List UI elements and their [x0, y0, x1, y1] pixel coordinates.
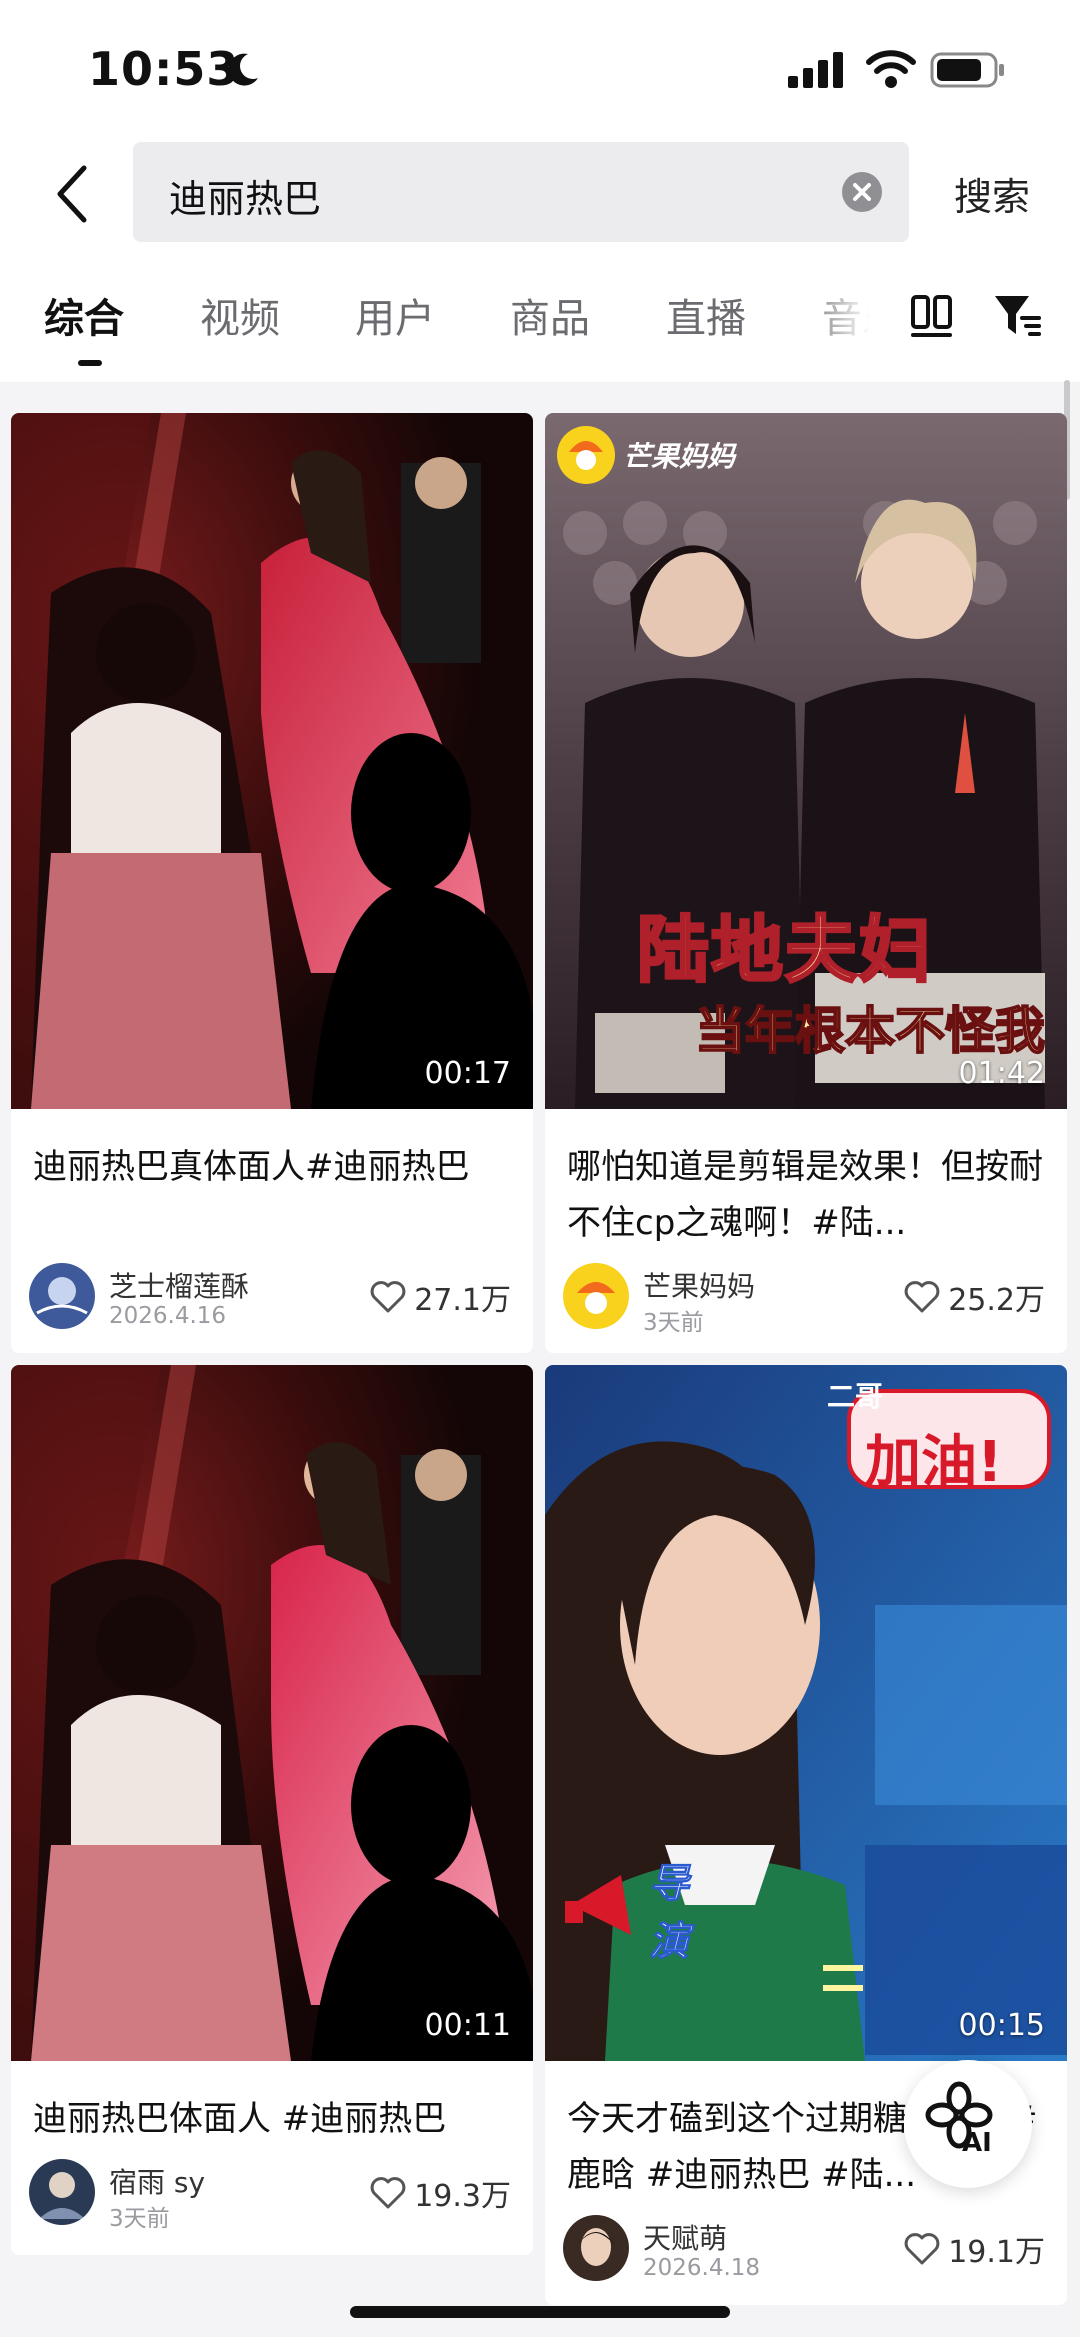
like-button[interactable]: 27.1万 — [370, 1277, 511, 1318]
like-count: 27.1万 — [414, 1283, 511, 1318]
result-title[interactable]: 哪怕知道是剪辑是效果！但按耐不住cp之魂啊！#陆... — [567, 1139, 1047, 1251]
post-date: 3天前 — [643, 1310, 704, 1336]
tab-products[interactable]: 商品 — [510, 286, 590, 344]
video-duration: 00:11 — [424, 2008, 511, 2043]
like-button[interactable]: 19.1万 — [904, 2229, 1045, 2270]
tab-video[interactable]: 视频 — [200, 286, 280, 344]
bubble-label: 二哥 — [827, 1380, 884, 1413]
video-duration: 00:17 — [424, 1056, 511, 1091]
category-tabs: 综合 视频 用户 商品 直播 音乐 — [0, 270, 1080, 382]
like-button[interactable]: 25.2万 — [904, 1277, 1045, 1318]
watermark: 芒果妈妈 — [557, 425, 735, 485]
video-thumbnail[interactable]: 芒果妈妈 陆地夫妇 当年根本不怪我 01:42 — [545, 413, 1067, 1109]
ai-label: AI — [962, 2128, 992, 2158]
watermark-text: 芒果妈妈 — [623, 440, 736, 473]
search-button[interactable]: 搜索 — [954, 166, 1030, 221]
author-name: 天赋萌 — [643, 2222, 728, 2255]
watermark-logo-icon — [557, 426, 615, 484]
bubble-text: 加油! — [865, 1430, 1003, 1495]
guide-tag-label: 导演 — [649, 1861, 690, 1966]
video-duration: 00:15 — [958, 2008, 1045, 2043]
author-name: 芒果妈妈 — [643, 1270, 756, 1303]
heart-icon — [904, 1281, 940, 1313]
video-thumbnail[interactable]: 00:11 — [11, 1365, 533, 2061]
result-title[interactable]: 迪丽热巴体面人 #迪丽热巴 — [33, 2091, 513, 2147]
tab-live[interactable]: 直播 — [666, 286, 746, 344]
author-name: 芝士榴莲酥 — [109, 1270, 250, 1303]
avatar[interactable] — [29, 2159, 95, 2225]
tab-comprehensive[interactable]: 综合 — [44, 286, 124, 344]
moon-icon — [228, 53, 258, 86]
thumbnail-image — [11, 413, 533, 1109]
tab-active-indicator — [78, 360, 102, 366]
tab-users[interactable]: 用户 — [355, 286, 435, 344]
ai-assistant-button[interactable]: AI — [904, 2060, 1032, 2188]
search-input[interactable]: 迪丽热巴 — [133, 142, 909, 242]
post-date: 2026.4.16 — [109, 1303, 227, 1329]
video-duration: 01:42 — [958, 1056, 1045, 1091]
author-info[interactable]: 天赋萌 2026.4.18 — [563, 2215, 863, 2285]
signal-icon — [788, 52, 843, 88]
heart-icon — [904, 2233, 940, 2265]
video-thumbnail[interactable]: 二哥 加油! 导演 00:15 — [545, 1365, 1067, 2061]
video-thumbnail[interactable]: 00:17 — [11, 413, 533, 1109]
author-info[interactable]: 芒果妈妈 3天前 — [563, 1263, 863, 1336]
avatar[interactable] — [563, 1263, 629, 1329]
search-query: 迪丽热巴 — [169, 177, 322, 221]
clear-icon[interactable] — [841, 171, 883, 213]
heart-icon — [370, 1281, 406, 1313]
filter-icon[interactable] — [992, 292, 1042, 340]
like-count: 19.1万 — [948, 2235, 1045, 2270]
like-count: 25.2万 — [948, 1283, 1045, 1318]
author-name: 宿雨 sy — [109, 2166, 206, 2199]
heart-icon — [370, 2177, 406, 2209]
post-date: 2026.4.18 — [643, 2255, 761, 2281]
avatar[interactable] — [29, 1263, 95, 1329]
wifi-icon — [866, 50, 916, 88]
result-title[interactable]: 迪丽热巴真体面人#迪丽热巴 — [33, 1139, 513, 1195]
video-subcaption: 当年根本不怪我 — [694, 1001, 1046, 1061]
author-info[interactable]: 宿雨 sy 3天前 — [29, 2159, 329, 2232]
author-info[interactable]: 芝士榴莲酥 2026.4.16 — [29, 1263, 329, 1333]
battery-icon — [930, 52, 1004, 88]
home-indicator — [350, 2306, 730, 2318]
result-card[interactable]: 00:11 迪丽热巴体面人 #迪丽热巴 宿雨 sy 3天前 19.3万 — [11, 1365, 533, 2255]
thumbnail-image — [11, 1365, 533, 2061]
result-card[interactable]: 芒果妈妈 陆地夫妇 当年根本不怪我 01:42 哪怕知道是剪辑是效果！但按耐不住… — [545, 413, 1067, 1353]
status-time: 10:53 — [88, 42, 240, 96]
guide-tag: 导演 — [561, 1845, 711, 1966]
tab-tools — [900, 270, 1080, 382]
status-bar: 10:53 — [0, 0, 1080, 132]
post-date: 3天前 — [109, 2206, 170, 2232]
like-count: 19.3万 — [414, 2179, 511, 2214]
like-button[interactable]: 19.3万 — [370, 2173, 511, 2214]
search-header: 迪丽热巴 搜索 — [0, 132, 1080, 270]
layout-toggle-icon[interactable] — [910, 294, 954, 338]
result-card[interactable]: 00:17 迪丽热巴真体面人#迪丽热巴 芝士榴莲酥 2026.4.16 27.1… — [11, 413, 533, 1353]
back-arrow-icon[interactable] — [52, 162, 92, 226]
video-caption: 陆地夫妇 — [635, 907, 934, 994]
avatar[interactable] — [563, 2215, 629, 2281]
